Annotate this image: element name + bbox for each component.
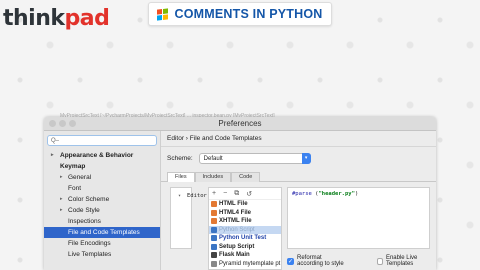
sidebar-item-file-code-templates[interactable]: File and Code Templates [44, 227, 160, 238]
breadcrumb: Editor › File and Code Templates [161, 131, 436, 147]
live-templates-label: Enable Live Templates [385, 255, 418, 267]
tab-code[interactable]: Code [231, 172, 261, 182]
sidebar-item-label: Live Templates [68, 251, 112, 258]
chevron-right-icon: ▸ [60, 207, 63, 213]
sidebar-item-code-style[interactable]: ▸ Code Style [44, 205, 160, 216]
list-item-label: XHTML File [219, 218, 252, 224]
list-item[interactable]: HTML4 File [209, 209, 281, 218]
code-directive: #parse [292, 191, 312, 197]
templates-list: + − ⧉ ↺ HTML File HTML4 File XHTML File … [208, 187, 282, 270]
list-item[interactable]: XHTML File [209, 217, 281, 226]
sidebar-item-label: File and Code Templates [68, 229, 140, 236]
list-item-selected[interactable]: Python Script [209, 225, 281, 234]
settings-search-input[interactable]: Q– [47, 135, 157, 146]
sidebar-item-label: Appearance & Behavior [60, 152, 134, 159]
checkbox-unchecked-icon [377, 257, 383, 265]
html-file-icon [211, 201, 217, 208]
sidebar-item-keymap[interactable]: Keymap [44, 161, 160, 172]
chevron-right-icon: ▸ [60, 196, 63, 202]
python-file-icon [211, 226, 217, 233]
python-file-icon [211, 243, 217, 250]
window-title: Preferences [218, 119, 262, 128]
list-item-label: Python Unit Test [219, 235, 267, 241]
logo-part-pad: pad [64, 6, 110, 31]
python-file-icon [211, 235, 217, 242]
list-item-label: Setup Script [219, 243, 255, 250]
reformat-label: Reformat according to style [297, 255, 344, 267]
sidebar-item-label: Inspections [68, 218, 101, 225]
sidebar-item-color-scheme[interactable]: ▸ Color Scheme [44, 194, 160, 205]
preferences-window: Preferences Q– ▸ Appearance & Behavior K… [44, 117, 436, 270]
breadcrumb-root: Editor [167, 135, 184, 142]
list-item-label: Flask Main [219, 252, 250, 258]
sidebar-item-inspections[interactable]: Inspections [44, 216, 160, 227]
template-options: ✓ Reformat according to style Enable Liv… [287, 255, 430, 267]
sidebar-item-general[interactable]: ▸ General [44, 172, 160, 183]
list-item[interactable]: Setup Script [209, 243, 281, 252]
reset-icon[interactable]: ↺ [246, 190, 252, 198]
chevron-right-icon: ▸ [51, 152, 54, 158]
list-item-label: HTML File [219, 201, 248, 207]
remove-icon[interactable]: − [223, 190, 227, 197]
pyramid-file-icon [211, 260, 217, 267]
thinkpad-logo: thinkpad [3, 6, 110, 31]
scheme-value: Default [203, 156, 223, 162]
sidebar-item-live-templates[interactable]: Live Templates [44, 249, 160, 260]
breadcrumb-leaf: File and Code Templates [189, 135, 262, 142]
scheme-row: Scheme: Default ▾ [167, 153, 311, 164]
sidebar-item-appearance[interactable]: ▸ Appearance & Behavior [44, 150, 160, 161]
list-item[interactable]: Python Unit Test [209, 234, 281, 243]
html-file-icon [211, 209, 217, 216]
template-tabs: Files Includes Code [161, 172, 436, 182]
flask-file-icon [211, 252, 217, 259]
list-item-label: Python Script [219, 226, 255, 233]
code-close-paren: ) [354, 191, 359, 197]
list-item-label: Pyramid mytemplate pt [219, 260, 281, 267]
list-toolbar: + − ⧉ ↺ [209, 188, 281, 200]
chevron-right-icon: ▸ [60, 174, 63, 180]
sidebar-item-font[interactable]: Font [44, 183, 160, 194]
sidebar-item-file-encodings[interactable]: File Encodings [44, 238, 160, 249]
logo-part-think: think [3, 6, 65, 31]
scheme-label: Scheme: [167, 155, 193, 162]
chevron-updown-icon: ▾ [301, 153, 311, 164]
breadcrumb-separator-icon: › [185, 135, 188, 142]
sidebar-item-label: Code Style [68, 207, 100, 214]
reformat-checkbox[interactable]: ✓ Reformat according to style [287, 255, 349, 267]
add-icon[interactable]: + [212, 190, 216, 197]
window-titlebar: Preferences [44, 117, 436, 131]
template-editor[interactable]: #parse ("header.py") [287, 187, 430, 249]
scheme-select[interactable]: Default ▾ [198, 153, 311, 164]
code-string: "header.py" [318, 191, 355, 197]
settings-sidebar: Q– ▸ Appearance & Behavior Keymap ▾ Edit… [44, 131, 207, 270]
checkbox-checked-icon: ✓ [287, 257, 294, 265]
list-item-label: HTML4 File [219, 209, 252, 216]
list-item[interactable]: Flask Main [209, 251, 281, 260]
sidebar-item-label: File Encodings [68, 240, 111, 247]
search-icon: Q– [51, 137, 60, 144]
list-item[interactable]: HTML File [209, 200, 281, 209]
xhtml-file-icon [211, 218, 217, 225]
code-open-paren: ( [311, 191, 319, 197]
tab-files[interactable]: Files [167, 172, 195, 182]
title-banner: COMMENTS IN PYTHON [148, 2, 332, 26]
settings-content: Editor › File and Code Templates Scheme:… [161, 131, 436, 270]
sidebar-item-label: Keymap [60, 163, 86, 170]
copy-icon[interactable]: ⧉ [234, 190, 239, 198]
windows-logo-icon [157, 7, 169, 21]
tab-includes[interactable]: Includes [194, 172, 232, 182]
sidebar-item-label: General [68, 174, 92, 181]
live-templates-checkbox[interactable]: Enable Live Templates [377, 255, 430, 267]
sidebar-item-label: Font [68, 185, 82, 192]
sidebar-item-label: Color Scheme [68, 196, 110, 203]
banner-title: COMMENTS IN PYTHON [174, 7, 323, 21]
list-item[interactable]: Pyramid mytemplate pt [209, 260, 281, 269]
